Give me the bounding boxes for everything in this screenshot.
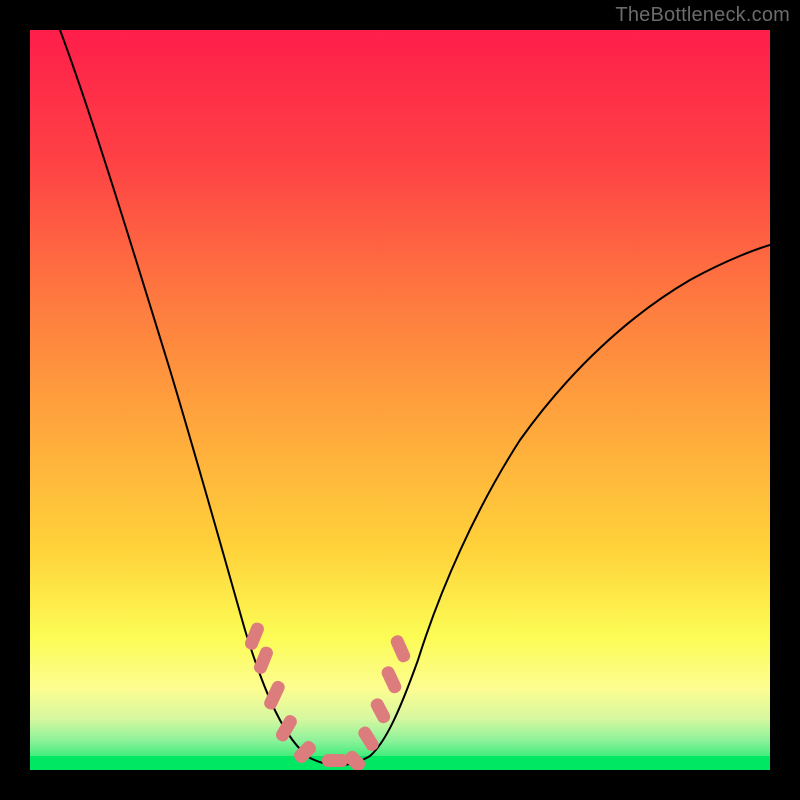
gradient-rect	[30, 30, 770, 770]
green-baseline-band	[30, 756, 770, 770]
plot-area	[30, 30, 770, 770]
watermark-text: TheBottleneck.com	[615, 4, 790, 27]
outer-frame: TheBottleneck.com	[0, 0, 800, 800]
background-gradient	[30, 30, 770, 770]
